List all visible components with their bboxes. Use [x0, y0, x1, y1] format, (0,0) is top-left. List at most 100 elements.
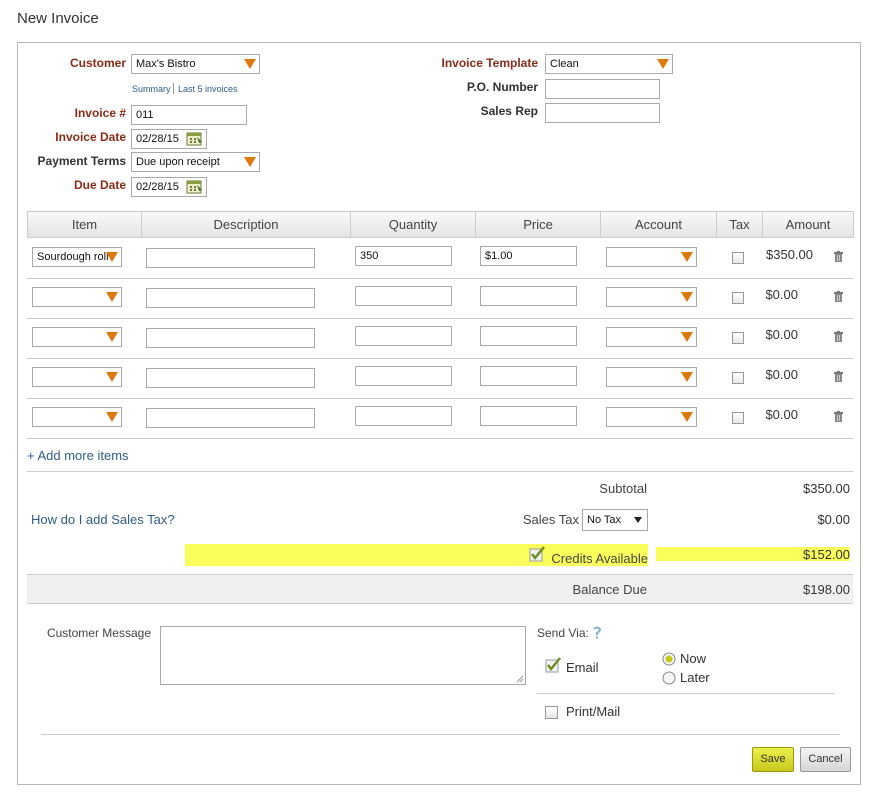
calendar-icon[interactable] [186, 179, 203, 194]
column-header-item: Item [28, 212, 142, 238]
row-divider [27, 398, 853, 399]
description-input[interactable] [146, 248, 315, 268]
calendar-icon[interactable] [186, 131, 203, 146]
balance-due-label: Balance Due [572, 582, 647, 597]
now-radio[interactable] [662, 652, 676, 666]
quantity-input[interactable] [355, 366, 452, 386]
customer-message-textarea[interactable] [160, 626, 526, 685]
price-input[interactable] [480, 366, 577, 386]
resize-handle-icon[interactable] [516, 675, 524, 683]
column-header-description: Description [142, 212, 351, 238]
customer-value: Max's Bistro [136, 58, 196, 70]
trash-icon[interactable] [834, 371, 843, 382]
credits-available-label: Credits Available [551, 551, 648, 566]
row-divider [27, 358, 853, 359]
po-number-label: P.O. Number [466, 80, 538, 94]
payment-terms-select[interactable]: Due upon receipt [131, 152, 260, 172]
trash-icon[interactable] [834, 291, 843, 302]
chevron-down-icon [106, 252, 118, 262]
caret-down-icon [634, 517, 642, 523]
item-value: Sourdough roll [37, 251, 109, 263]
amount-value: $0.00 [765, 367, 798, 382]
description-input[interactable] [146, 368, 315, 388]
amount-value: $0.00 [765, 407, 798, 422]
column-header-price: Price [476, 212, 601, 238]
section-divider [27, 471, 853, 472]
cancel-button[interactable]: Cancel [800, 747, 851, 772]
description-input[interactable] [146, 288, 315, 308]
sales-tax-help-link[interactable]: How do I add Sales Tax? [31, 512, 175, 527]
account-select[interactable] [606, 407, 697, 427]
now-label: Now [680, 651, 707, 666]
column-header-quantity: Quantity [351, 212, 476, 238]
save-button[interactable]: Save [752, 747, 794, 772]
print-mail-label: Print/Mail [566, 704, 621, 719]
tax-checkbox[interactable] [732, 372, 744, 384]
sales-tax-select[interactable]: No Tax [582, 509, 648, 531]
description-input[interactable] [146, 328, 315, 348]
item-select[interactable] [32, 407, 122, 427]
trash-icon[interactable] [834, 411, 843, 422]
price-input[interactable] [480, 286, 577, 306]
subtotal-value: $350.00 [803, 481, 850, 496]
column-header-tax: Tax [717, 212, 763, 238]
customer-select[interactable]: Max's Bistro [131, 54, 260, 74]
print-mail-checkbox[interactable] [545, 706, 558, 719]
tax-checkbox[interactable] [732, 332, 744, 344]
tax-checkbox[interactable] [732, 292, 744, 304]
line-items-header: Item Description Quantity Price Account … [27, 211, 854, 238]
sales-rep-input[interactable] [545, 103, 660, 123]
quantity-input[interactable] [355, 406, 452, 426]
account-select[interactable] [606, 327, 697, 347]
chevron-down-icon [681, 332, 693, 342]
link-divider [173, 83, 174, 94]
summary-link[interactable]: Summary [132, 84, 171, 94]
chevron-down-icon [106, 332, 118, 342]
payment-terms-label: Payment Terms [37, 154, 126, 168]
quantity-input[interactable] [355, 326, 452, 346]
item-select[interactable]: Sourdough roll [32, 247, 122, 267]
account-select[interactable] [606, 247, 697, 267]
amount-value: $0.00 [765, 327, 798, 342]
customer-message-label: Customer Message [46, 626, 151, 640]
balance-due-value: $198.00 [803, 582, 850, 597]
trash-icon[interactable] [834, 331, 843, 342]
quantity-input[interactable]: 350 [355, 246, 452, 266]
item-select[interactable] [32, 287, 122, 307]
invoice-template-select[interactable]: Clean [545, 54, 673, 74]
help-icon[interactable] [592, 626, 602, 639]
page-title: New Invoice [17, 10, 99, 27]
chevron-down-icon [106, 292, 118, 302]
description-input[interactable] [146, 408, 315, 428]
tax-checkbox[interactable] [732, 252, 744, 264]
trash-icon[interactable] [834, 251, 843, 262]
credits-available-value: $152.00 [803, 547, 850, 562]
chevron-down-icon [681, 372, 693, 382]
last-5-invoices-link[interactable]: Last 5 invoices [178, 84, 238, 94]
item-select[interactable] [32, 367, 122, 387]
later-radio[interactable] [662, 671, 676, 685]
row-divider [27, 278, 853, 279]
chevron-down-icon [657, 59, 669, 69]
chevron-down-icon [244, 157, 256, 167]
price-input[interactable] [480, 406, 577, 426]
invoice-number-input[interactable]: 011 [131, 105, 247, 125]
account-select[interactable] [606, 287, 697, 307]
price-input[interactable] [480, 326, 577, 346]
tax-checkbox[interactable] [732, 412, 744, 424]
sales-rep-label: Sales Rep [480, 104, 538, 118]
email-checkbox[interactable] [545, 657, 562, 673]
item-select[interactable] [32, 327, 122, 347]
subtotal-label: Subtotal [599, 481, 647, 496]
po-number-input[interactable] [545, 79, 660, 99]
send-via-divider [537, 693, 835, 694]
column-header-account: Account [601, 212, 717, 238]
add-more-items-link[interactable]: + Add more items [27, 448, 129, 463]
credits-checkbox[interactable] [529, 546, 546, 562]
invoice-number-label: Invoice # [74, 106, 126, 120]
account-select[interactable] [606, 367, 697, 387]
price-input[interactable]: $1.00 [480, 246, 577, 266]
customer-label: Customer [69, 56, 126, 70]
quantity-input[interactable] [355, 286, 452, 306]
sales-tax-select-value: No Tax [587, 514, 622, 526]
